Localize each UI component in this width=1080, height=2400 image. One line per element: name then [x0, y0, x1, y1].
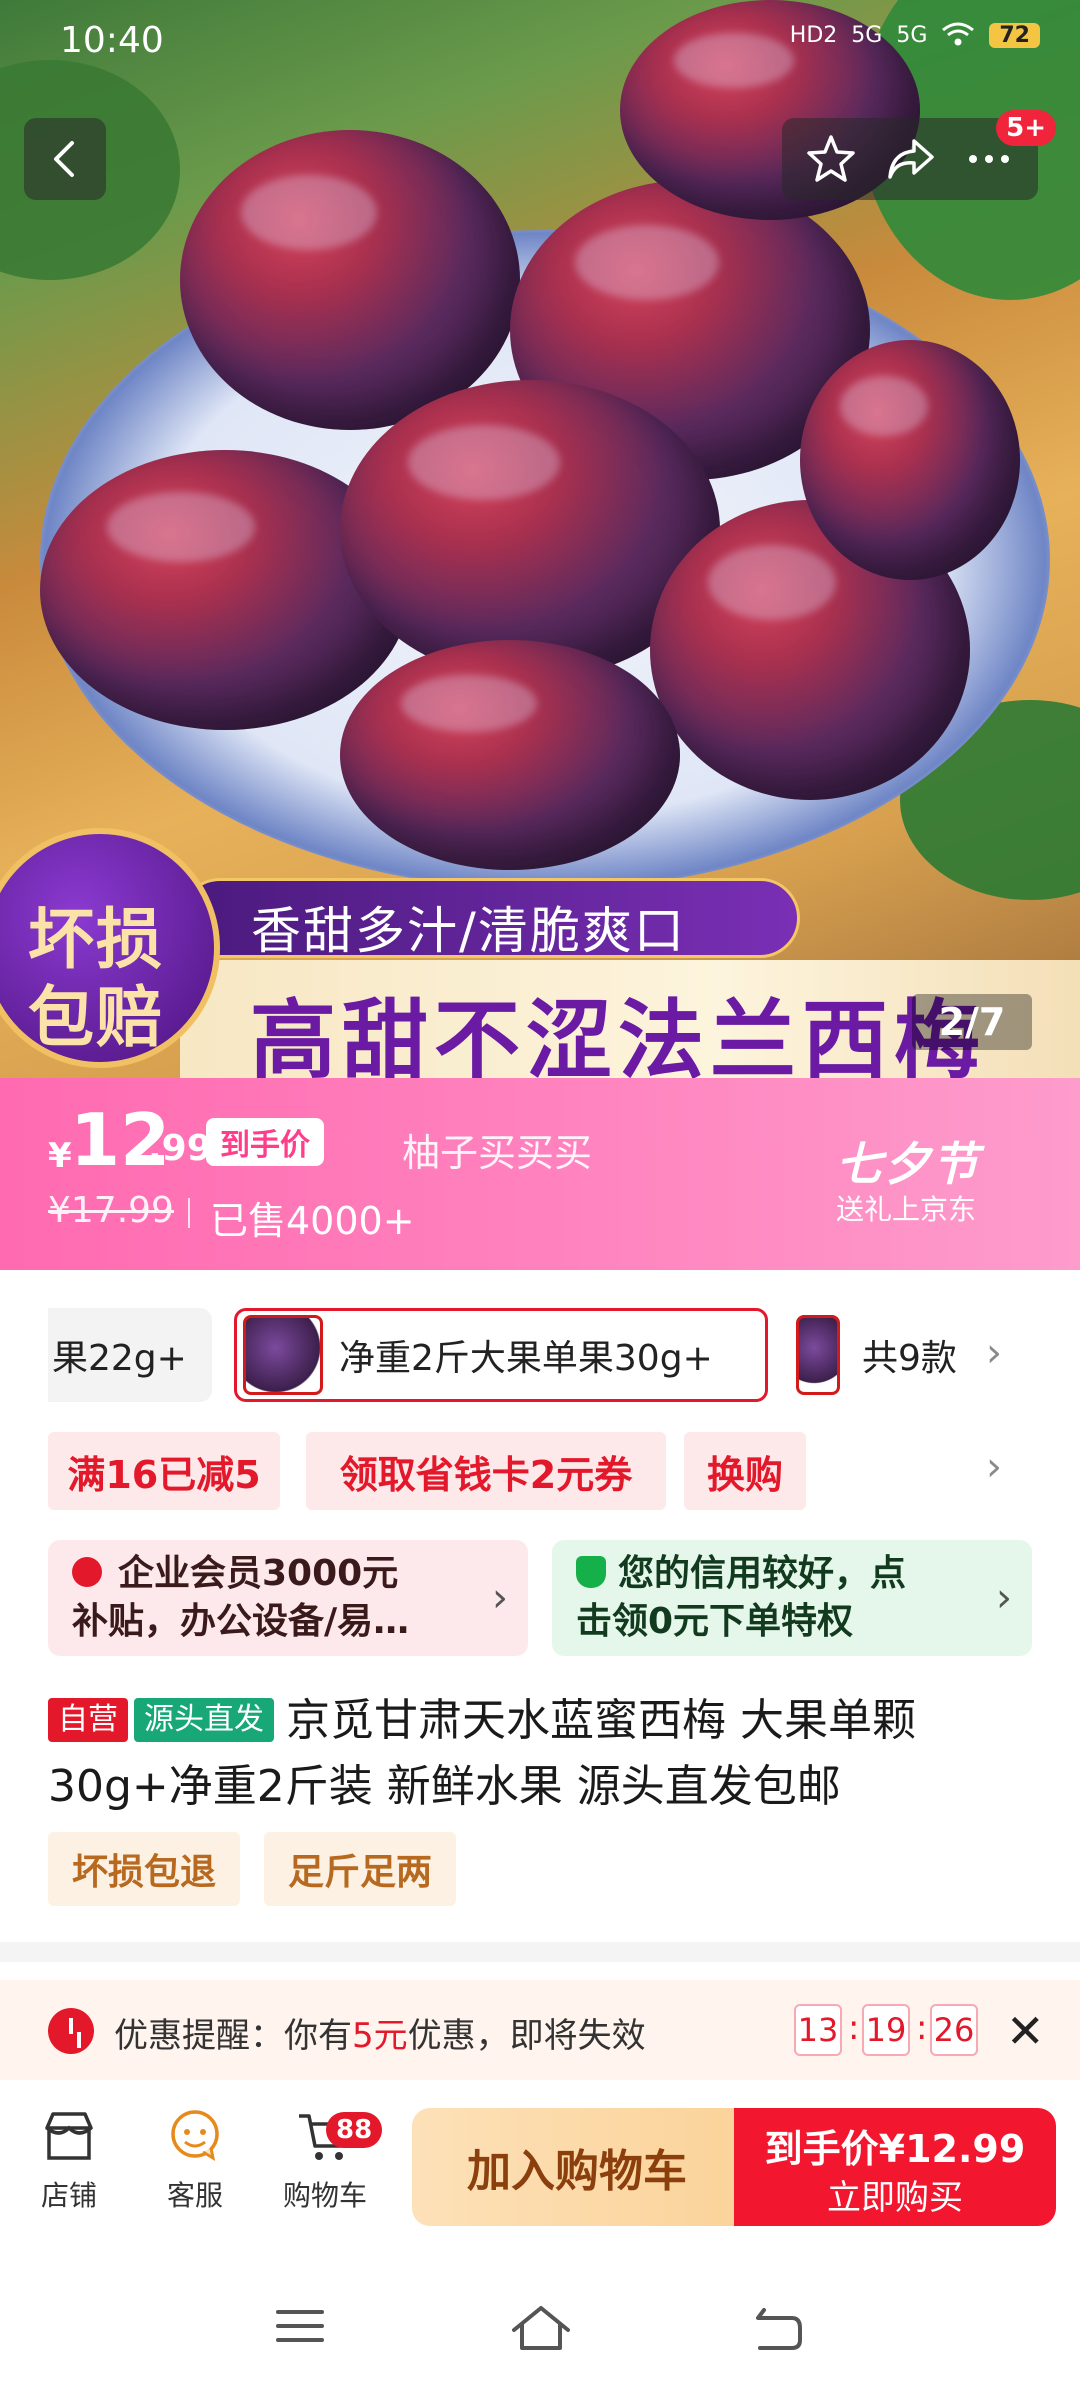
hd-icon: HD2 — [789, 22, 838, 48]
chevron-right-icon: › — [492, 1575, 508, 1621]
card-line-2: 击领0元下单特权 — [576, 1601, 854, 1642]
star-icon[interactable] — [805, 133, 857, 185]
final-price-tag: 到手价 — [206, 1118, 324, 1166]
signal-icon: 5G — [851, 22, 883, 48]
back-arrow-icon — [54, 141, 74, 177]
wifi-icon — [942, 22, 975, 46]
buy-now-button[interactable]: 到手价¥12.99 立即购买 — [734, 2108, 1056, 2226]
plum — [340, 640, 680, 870]
service-label: 客服 — [166, 2179, 223, 2212]
plum — [180, 130, 520, 430]
customer-service-button[interactable]: 客服 — [140, 2106, 250, 2214]
system-navigation-bar — [0, 2260, 1080, 2400]
spec-option-all[interactable]: 共9款 — [790, 1308, 986, 1402]
store-icon — [45, 2112, 93, 2160]
shop-name[interactable]: 柚子买买买 — [402, 1122, 592, 1177]
coupon-tag[interactable]: 领取省钱卡2元券 — [306, 1432, 666, 1510]
countdown-separator: : — [916, 2008, 928, 2048]
original-price: ¥17.99 — [48, 1190, 174, 1231]
discount-reminder[interactable]: 优惠提醒：你有5元优惠，即将失效 13 : 19 : 26 ✕ — [0, 1980, 1080, 2080]
cart-count-badge: 88 — [326, 2112, 383, 2148]
spec-option[interactable]: 果22g+ — [48, 1308, 212, 1402]
currency-symbol: ¥ — [48, 1136, 72, 1176]
reminder-amount: 5元 — [352, 2016, 408, 2056]
slogan-top: 香甜多汁/清脆爽口 — [251, 902, 686, 960]
card-line-2: 补贴，办公设备/易… — [72, 1601, 410, 1642]
home-icon[interactable] — [510, 2304, 572, 2352]
menu-icon[interactable] — [274, 2304, 326, 2348]
customer-service-icon — [171, 2110, 219, 2162]
countdown-minutes: 19 — [862, 2004, 910, 2056]
chevron-right-icon[interactable]: › — [986, 1444, 1002, 1490]
add-cart-label: 加入购物车 — [467, 2146, 687, 2197]
spec-count: 共9款 — [862, 1338, 957, 1379]
service-label: 坏损包退 — [71, 1852, 216, 1893]
enterprise-member-card[interactable]: 企业会员3000元 补贴，办公设备/易… › — [48, 1540, 528, 1656]
coupon-tag[interactable]: 换购 — [684, 1432, 806, 1510]
festival-title: 七夕节 — [836, 1137, 980, 1191]
badge-line-2: 包赔 — [28, 978, 164, 1056]
sold-count: 已售4000+ — [210, 1199, 415, 1243]
product-title: 自营 源头直发 京觅甘肃天水蓝蜜西梅 大果单颗30g+净重2斤装 新鲜水果 源头直发… — [48, 1688, 1048, 1820]
section-divider — [0, 1942, 1080, 1962]
coupon-tag[interactable]: 满16已减5 — [48, 1432, 280, 1510]
service-tag[interactable]: 足斤足两 — [264, 1832, 456, 1906]
countdown-hours: 13 — [794, 2004, 842, 2056]
chevron-right-icon: › — [996, 1575, 1012, 1621]
spec-selector: 果22g+ 净重2斤大果单果30g+ 共9款 › — [0, 1290, 1080, 1410]
festival-subtitle: 送礼上京东 — [836, 1193, 977, 1226]
source-direct-tag: 源头直发 — [134, 1698, 274, 1742]
divider — [188, 1198, 190, 1228]
spec-thumbnail — [243, 1315, 323, 1395]
buy-now-label: 立即购买 — [827, 2178, 963, 2218]
person-icon — [72, 1557, 102, 1587]
share-icon[interactable] — [884, 133, 936, 185]
chevron-right-icon[interactable]: › — [986, 1330, 1002, 1376]
slogan-banner: 香甜多汁/清脆爽口 — [180, 878, 800, 960]
status-bar: 10:40 HD2 5G 5G 72 — [0, 0, 1080, 84]
top-actions: 5+ — [782, 110, 1056, 200]
spec-label: 净重2斤大果单果30g+ — [339, 1338, 713, 1379]
card-line-1: 您的信用较好，点 — [576, 1550, 1002, 1598]
battery-icon: 72 — [989, 22, 1040, 48]
back-button[interactable] — [24, 118, 106, 200]
service-label: 足斤足两 — [287, 1852, 432, 1893]
back-nav-icon[interactable] — [752, 2304, 804, 2352]
spec-option-selected[interactable]: 净重2斤大果单果30g+ — [234, 1308, 768, 1402]
spec-thumbnail — [796, 1315, 840, 1395]
reminder-text: 优惠提醒：你有5元优惠，即将失效 — [114, 2016, 646, 2056]
coupon-label: 满16已减5 — [67, 1452, 261, 1497]
plum — [800, 340, 1020, 580]
shield-icon — [576, 1556, 606, 1588]
cart-label: 购物车 — [282, 2179, 367, 2212]
countdown-seconds: 26 — [930, 2004, 978, 2056]
close-icon[interactable]: ✕ — [1006, 2004, 1045, 2058]
signal-icon: 5G — [896, 22, 928, 48]
countdown-separator: : — [848, 2008, 860, 2048]
clock-icon — [48, 2008, 94, 2054]
message-badge: 5+ — [996, 110, 1056, 146]
coupon-label: 领取省钱卡2元券 — [339, 1452, 633, 1497]
spec-label: 果22g+ — [52, 1338, 187, 1379]
price-decimal: .99 — [148, 1128, 212, 1169]
status-time: 10:40 — [60, 20, 164, 61]
price-strip: ¥ 12 .99 到手价 柚子买买买 ¥17.99 已售4000+ 七夕节 送礼… — [0, 1078, 1080, 1270]
card-line-1: 企业会员3000元 — [72, 1550, 498, 1598]
self-operated-tag: 自营 — [48, 1698, 128, 1742]
shop-label: 店铺 — [40, 2179, 97, 2212]
shop-button[interactable]: 店铺 — [14, 2106, 124, 2214]
status-icons: HD2 5G 5G 72 — [790, 22, 1040, 48]
credit-card-banner[interactable]: 您的信用较好，点 击领0元下单特权 › — [552, 1540, 1032, 1656]
image-page-indicator: 2/7 — [912, 994, 1032, 1050]
add-to-cart-button[interactable]: 加入购物车 — [412, 2108, 742, 2226]
slogan-main: 高甜不涩法兰西梅 — [250, 990, 986, 1078]
coupon-label: 换购 — [706, 1452, 783, 1497]
buy-price-label: 到手价¥12.99 — [764, 2127, 1026, 2171]
service-tag[interactable]: 坏损包退 — [48, 1832, 240, 1906]
